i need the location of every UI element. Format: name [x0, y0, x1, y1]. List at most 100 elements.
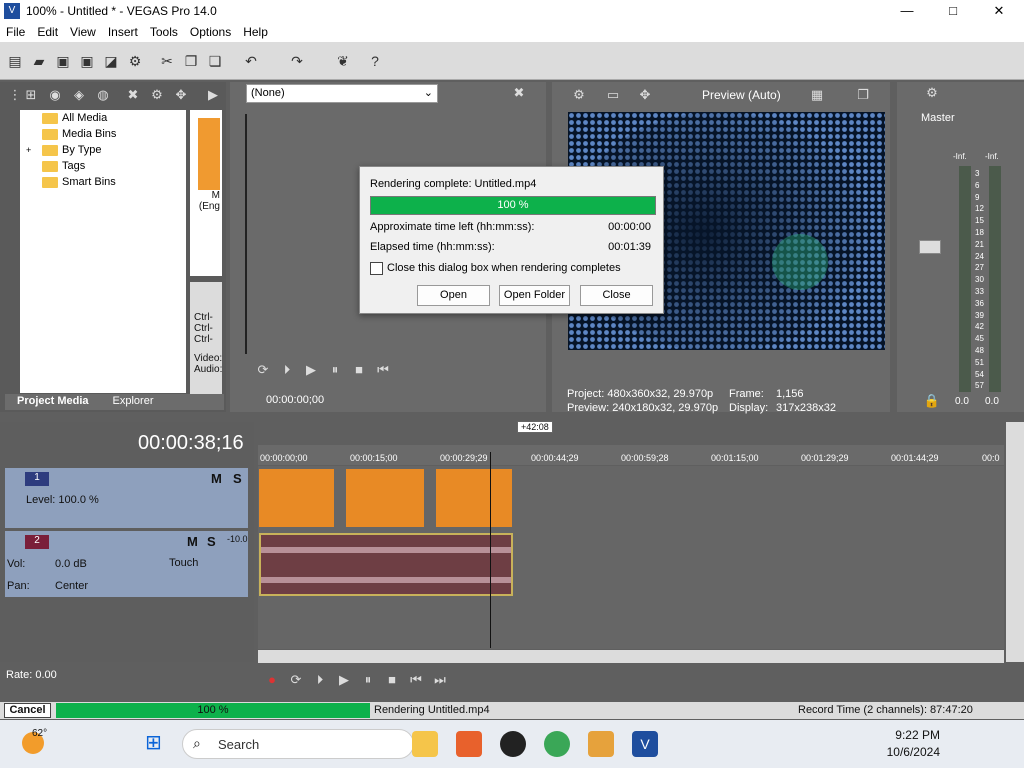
get-media-icon[interactable]: ◈: [70, 86, 88, 104]
undo-icon[interactable]: ↶: [242, 52, 260, 70]
taskbar-search[interactable]: ⌕ Search: [182, 729, 414, 759]
properties-gear-icon[interactable]: ⚙: [126, 52, 144, 70]
tree-item-media-bins[interactable]: Media Bins: [20, 126, 186, 142]
lock-icon[interactable]: 🔒: [923, 392, 941, 410]
folder-icon: [42, 176, 58, 188]
media-thumbnail[interactable]: [198, 118, 220, 190]
vegas-taskbar-icon[interactable]: V: [632, 731, 658, 757]
cut-icon[interactable]: ✂: [158, 52, 176, 70]
menu-tools[interactable]: Tools: [144, 25, 184, 39]
web-icon[interactable]: ◍: [94, 86, 112, 104]
master-fader[interactable]: [919, 240, 941, 254]
meter-right: [989, 166, 1001, 392]
loop-playback-icon[interactable]: ⟳: [286, 670, 306, 690]
pan-crop-icon[interactable]: ✥: [172, 86, 190, 104]
menu-insert[interactable]: Insert: [102, 25, 144, 39]
open-button[interactable]: Open: [417, 285, 490, 306]
tree-item-by-type[interactable]: + By Type: [20, 142, 186, 158]
meter-scale-tick: 33: [975, 286, 984, 296]
video-clip[interactable]: [259, 469, 334, 527]
preview-quality[interactable]: Preview (Auto): [702, 88, 781, 102]
tree-item-smart-bins[interactable]: Smart Bins: [20, 174, 186, 190]
playhead[interactable]: [490, 452, 491, 648]
render-icon[interactable]: ◪: [102, 52, 120, 70]
menu-help[interactable]: Help: [237, 25, 274, 39]
close-button[interactable]: ✕: [976, 0, 1022, 22]
play-from-start-icon[interactable]: ⏵: [278, 361, 296, 379]
tab-project-media[interactable]: Project Media: [5, 394, 101, 410]
save-icon[interactable]: ▣: [54, 52, 72, 70]
stop-icon[interactable]: ■: [382, 670, 402, 690]
obs-icon[interactable]: [500, 731, 526, 757]
pause-icon[interactable]: ⏸: [326, 361, 344, 379]
menu-file[interactable]: File: [0, 25, 31, 39]
audio-clip[interactable]: [259, 533, 513, 596]
new-file-icon[interactable]: ▤: [6, 52, 24, 70]
import-media-icon[interactable]: ⊞: [22, 86, 40, 104]
split-screen-icon[interactable]: ✥: [636, 86, 654, 104]
pause-icon[interactable]: ⏸: [358, 670, 378, 690]
loop-icon[interactable]: ⟳: [254, 361, 272, 379]
dialog-close-button[interactable]: Close: [580, 285, 653, 306]
close-when-done-checkbox[interactable]: [370, 262, 383, 275]
menu-view[interactable]: View: [64, 25, 102, 39]
menu-edit[interactable]: Edit: [31, 25, 64, 39]
play-icon[interactable]: ▶: [334, 670, 354, 690]
maximize-button[interactable]: □: [930, 0, 976, 22]
ruler-label: 00:01:15;00: [711, 453, 759, 463]
help-icon[interactable]: ?: [366, 52, 384, 70]
trimmer-select[interactable]: (None) ⌄: [246, 84, 438, 103]
solo-button[interactable]: S: [207, 534, 216, 549]
mute-button[interactable]: M: [211, 471, 222, 486]
overlays-grid-icon[interactable]: ▦: [808, 86, 826, 104]
cancel-render-button[interactable]: Cancel: [4, 703, 51, 718]
start-icon[interactable]: ⊞: [145, 732, 167, 754]
expand-icon[interactable]: +: [26, 145, 42, 155]
meter-scale-tick: 36: [975, 298, 984, 308]
master-gear-icon[interactable]: ⚙: [923, 84, 941, 102]
play-icon[interactable]: ▶: [302, 361, 320, 379]
stop-icon[interactable]: ■: [350, 361, 368, 379]
tree-item-tags[interactable]: Tags: [20, 158, 186, 174]
elapsed-time-value: 00:01:39: [608, 241, 651, 253]
play-media-icon[interactable]: ▶: [204, 86, 222, 104]
info-label: Ctrl-: [194, 334, 213, 345]
go-to-end-icon[interactable]: ⏭: [430, 670, 450, 690]
redo-icon[interactable]: ↷: [288, 52, 306, 70]
tree-item-all-media[interactable]: All Media: [20, 110, 186, 126]
menu-options[interactable]: Options: [184, 25, 237, 39]
plug-in-icon[interactable]: ❦: [334, 52, 352, 70]
external-monitor-icon[interactable]: ▭: [604, 86, 622, 104]
minimize-button[interactable]: —: [884, 0, 930, 22]
audio-app-icon[interactable]: [588, 731, 614, 757]
chrome-icon[interactable]: [544, 731, 570, 757]
firefox-icon[interactable]: [456, 731, 482, 757]
info-label: Audio:: [194, 364, 223, 375]
save-as-icon[interactable]: ▣: [78, 52, 96, 70]
record-icon[interactable]: ●: [262, 670, 282, 690]
paste-icon[interactable]: ❏: [206, 52, 224, 70]
video-clip[interactable]: [436, 469, 512, 527]
mute-button[interactable]: M: [187, 534, 198, 549]
file-explorer-icon[interactable]: [412, 731, 438, 757]
copy-snapshot-icon[interactable]: ❐: [854, 86, 872, 104]
open-folder-button[interactable]: Open Folder: [499, 285, 570, 306]
copy-icon[interactable]: ❐: [182, 52, 200, 70]
vertical-scrollbar[interactable]: [1006, 422, 1024, 662]
video-clip[interactable]: [346, 469, 424, 527]
open-folder-icon[interactable]: ▰: [30, 52, 48, 70]
trimmer-close-icon[interactable]: ✖: [510, 84, 528, 102]
go-start-icon[interactable]: ⏮: [374, 361, 392, 379]
solo-button[interactable]: S: [233, 471, 242, 486]
preview-gear-icon[interactable]: ⚙: [570, 86, 588, 104]
remove-icon[interactable]: ✖: [124, 86, 142, 104]
tab-explorer[interactable]: Explorer: [101, 394, 166, 410]
effects-gear-icon[interactable]: ⚙: [148, 86, 166, 104]
play-from-start-icon[interactable]: ⏵: [310, 670, 330, 690]
ruler-label: 00:0: [982, 453, 1000, 463]
horizontal-scrollbar[interactable]: [258, 650, 1004, 663]
automation-mode[interactable]: Touch: [169, 557, 198, 569]
meter-scale-tick: 45: [975, 334, 984, 344]
go-to-start-icon[interactable]: ⏮: [406, 670, 426, 690]
capture-icon[interactable]: ◉: [46, 86, 64, 104]
